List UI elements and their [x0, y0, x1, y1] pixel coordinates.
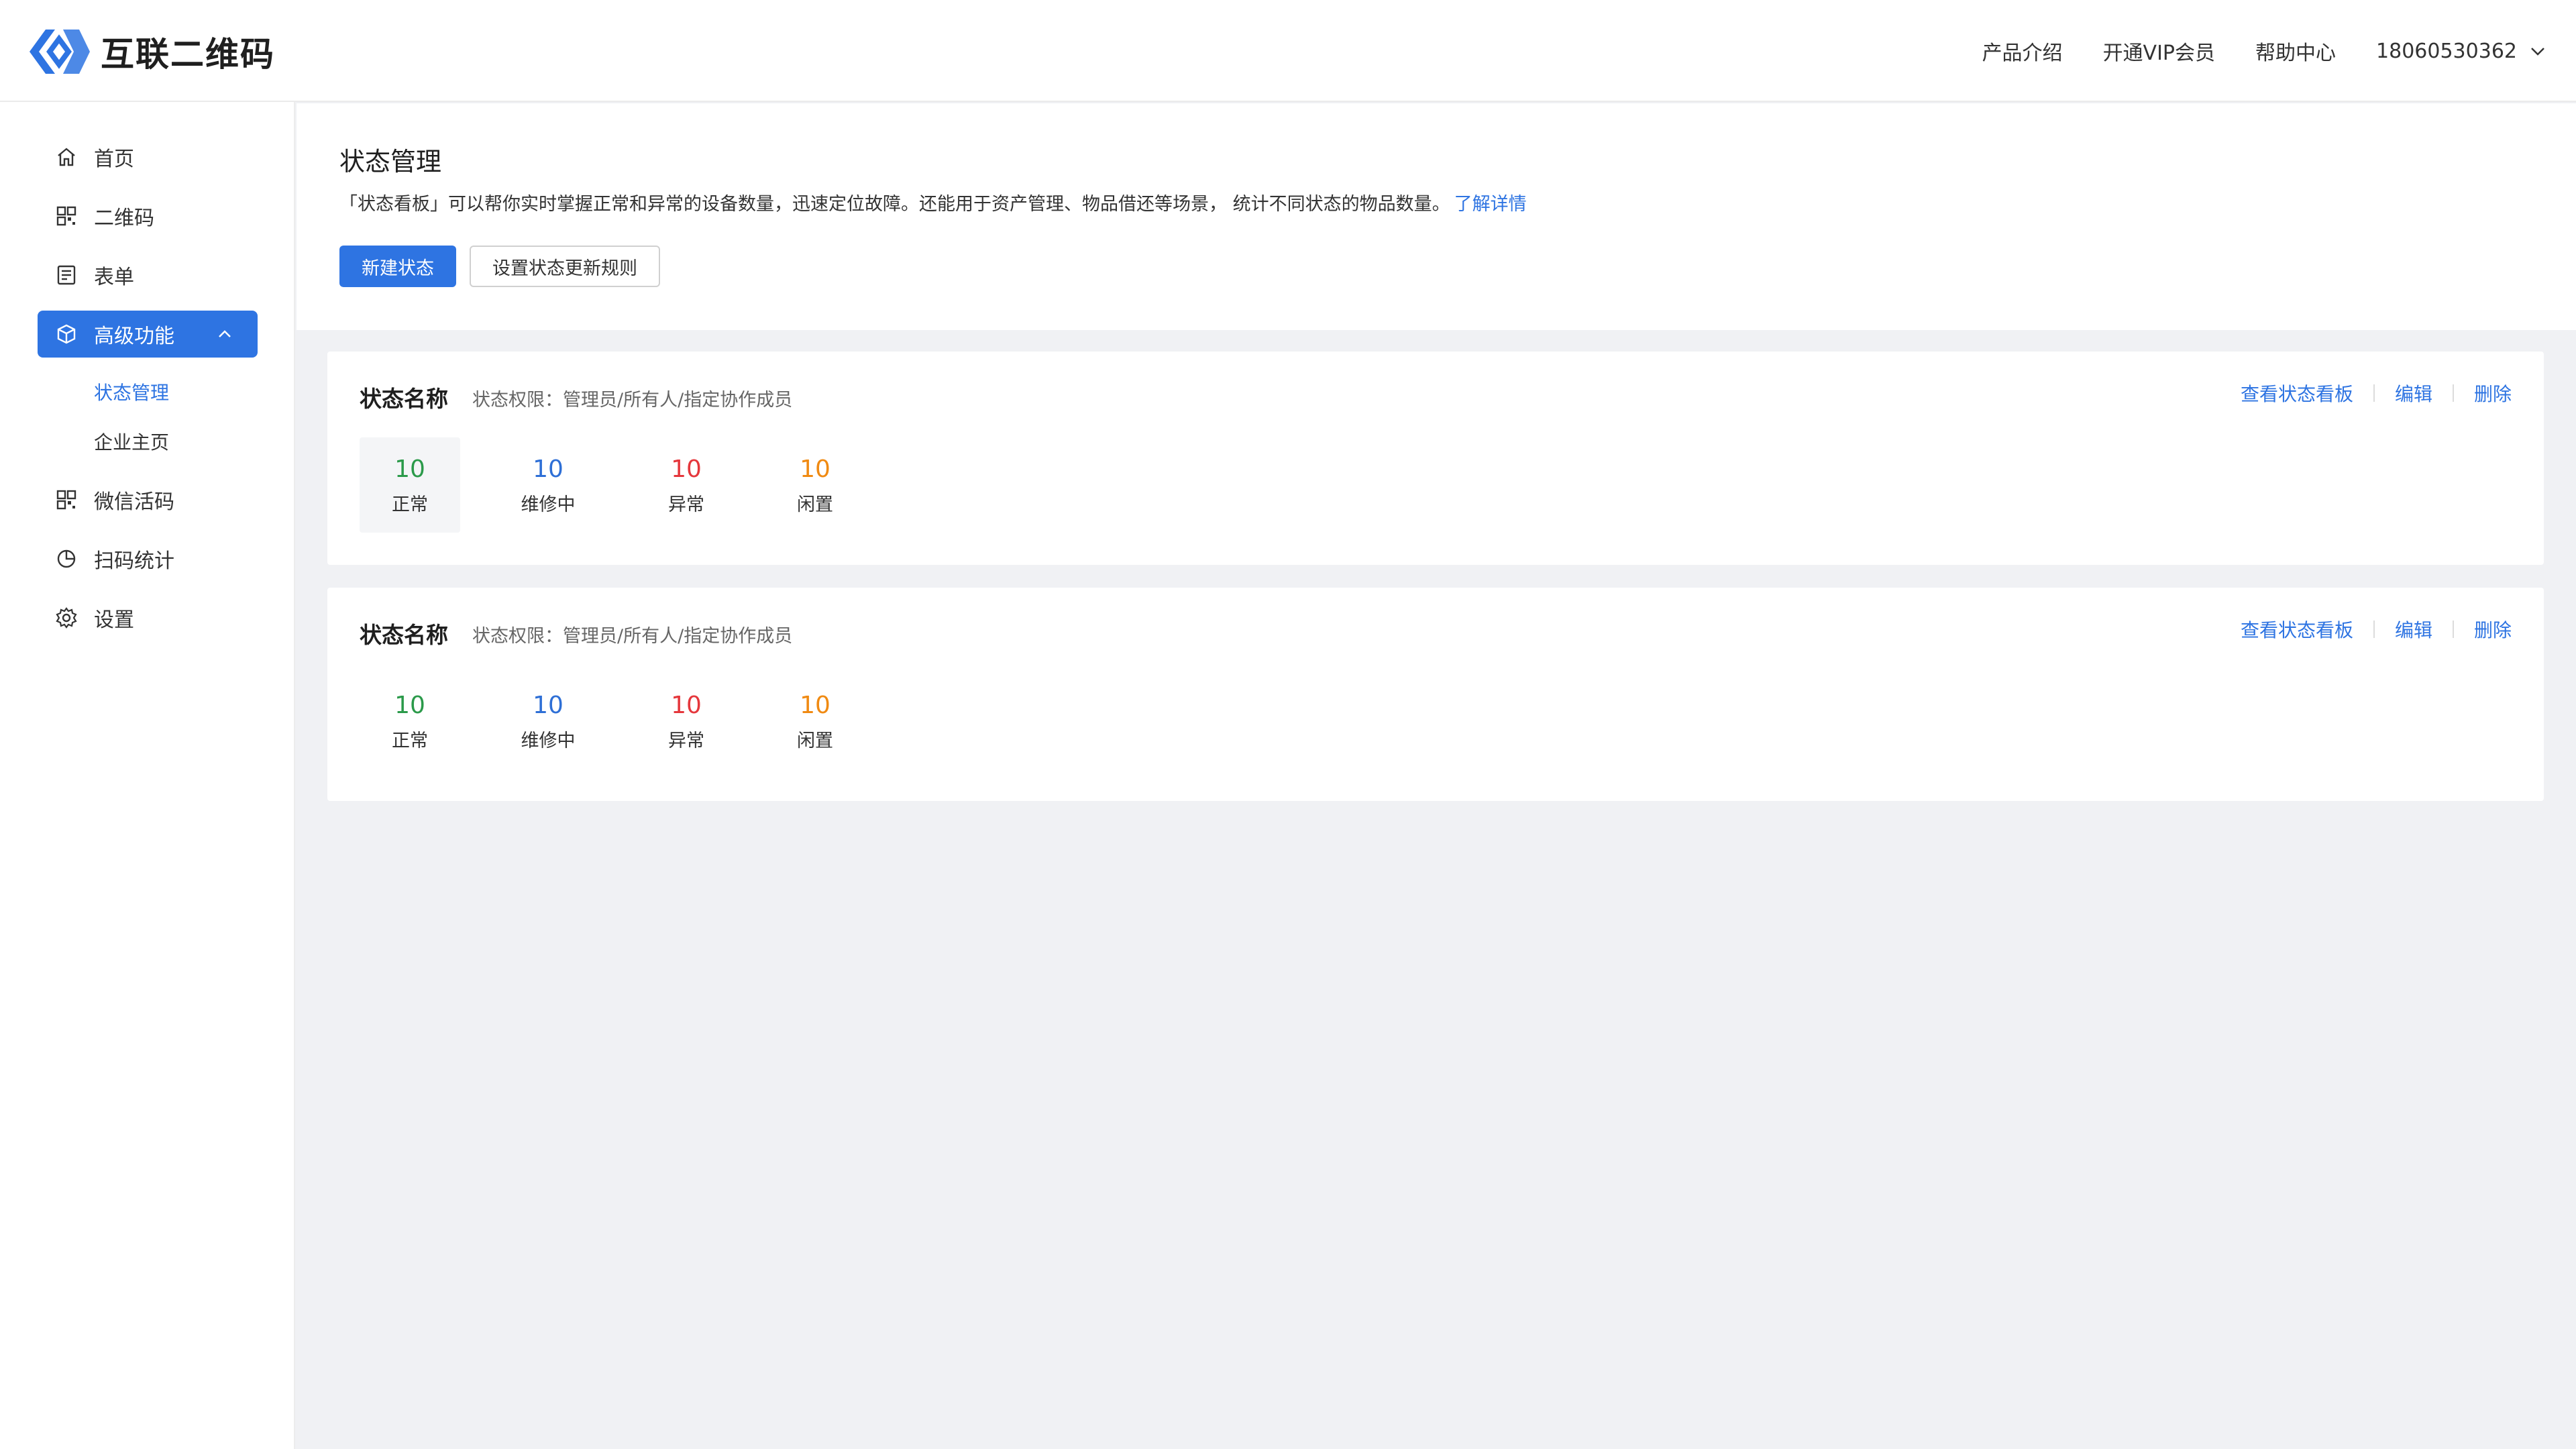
stat-value: 10	[533, 455, 564, 483]
status-rule-button[interactable]: 设置状态更新规则	[470, 246, 660, 287]
description-text: 「状态看板」可以帮你实时掌握正常和异常的设备数量，迅速定位故障。还能用于资产管理…	[339, 194, 1450, 215]
sidebar-subitem-status[interactable]: 状态管理	[94, 378, 169, 405]
top-nav: 产品介绍 开通VIP会员 帮助中心 18060530362	[1982, 0, 2576, 102]
chevron-down-icon	[2531, 48, 2544, 56]
sidebar-item-label: 首页	[94, 148, 134, 171]
view-board-link[interactable]: 查看状态看板	[2241, 616, 2353, 643]
learn-more-link[interactable]: 了解详情	[1454, 194, 1527, 215]
status-permission: 状态权限：管理员/所有人/指定协作成员	[472, 390, 793, 411]
sidebar-item-settings[interactable]: 设置	[38, 594, 258, 641]
delete-link[interactable]: 删除	[2474, 616, 2512, 643]
sidebar-item-home[interactable]: 首页	[38, 133, 258, 180]
sidebar-item-scan-stats[interactable]: 扫码统计	[38, 535, 258, 582]
stat-label: 维修中	[521, 730, 576, 751]
sidebar-item-qrcode[interactable]: 二维码	[38, 193, 258, 239]
sidebar-item-label: 微信活码	[94, 490, 174, 514]
logo-icon	[30, 30, 90, 74]
pie-chart-icon	[55, 547, 78, 570]
stat-repairing[interactable]: 10 维修中	[498, 437, 598, 533]
stat-value: 10	[800, 691, 830, 719]
card-actions: 查看状态看板 编辑 删除	[2241, 380, 2512, 407]
page-title: 状态管理	[339, 147, 442, 176]
nav-help[interactable]: 帮助中心	[2255, 36, 2336, 66]
stat-label: 正常	[392, 730, 428, 751]
stat-value: 10	[671, 691, 702, 719]
status-name: 状态名称	[360, 622, 448, 648]
form-icon	[55, 264, 78, 286]
stat-label: 闲置	[797, 730, 833, 751]
stat-abnormal[interactable]: 10 异常	[636, 674, 737, 769]
sidebar-item-label: 二维码	[94, 207, 154, 230]
delete-link[interactable]: 删除	[2474, 380, 2512, 407]
stat-value: 10	[533, 691, 564, 719]
stat-value: 10	[394, 691, 425, 719]
edit-link[interactable]: 编辑	[2395, 616, 2432, 643]
stat-label: 维修中	[521, 494, 576, 515]
qrcode-icon	[55, 488, 78, 511]
edit-link[interactable]: 编辑	[2395, 380, 2432, 407]
stat-abnormal[interactable]: 10 异常	[636, 437, 737, 533]
stat-label: 异常	[668, 730, 704, 751]
stat-value: 10	[671, 455, 702, 483]
user-menu[interactable]: 18060530362	[2376, 40, 2548, 63]
stat-value: 10	[800, 455, 830, 483]
stat-value: 10	[394, 455, 425, 483]
divider	[2452, 384, 2454, 402]
nav-product-intro[interactable]: 产品介绍	[1982, 36, 2063, 66]
qrcode-icon	[55, 205, 78, 227]
box-icon	[55, 323, 78, 345]
home-icon	[55, 146, 78, 168]
page-description: 「状态看板」可以帮你实时掌握正常和异常的设备数量，迅速定位故障。还能用于资产管理…	[339, 189, 1527, 215]
sidebar-item-label: 扫码统计	[94, 549, 174, 573]
sidebar-item-advanced[interactable]: 高级功能	[38, 311, 258, 358]
view-board-link[interactable]: 查看状态看板	[2241, 380, 2353, 407]
logo[interactable]: 互联二维码	[25, 25, 275, 78]
status-permission: 状态权限：管理员/所有人/指定协作成员	[472, 626, 793, 647]
stat-idle[interactable]: 10 闲置	[765, 674, 865, 769]
sidebar-item-form[interactable]: 表单	[38, 252, 258, 299]
top-header: 互联二维码 产品介绍 开通VIP会员 帮助中心 18060530362	[0, 0, 2576, 102]
stat-repairing[interactable]: 10 维修中	[498, 674, 598, 769]
divider	[2373, 384, 2375, 402]
stat-normal[interactable]: 10 正常	[360, 437, 460, 533]
sidebar: 首页 二维码 表单 高级功能 状态管理 企业主页 微信活码 扫码统计 设置	[0, 102, 295, 1449]
sidebar-item-wechat-code[interactable]: 微信活码	[38, 476, 258, 523]
new-status-button[interactable]: 新建状态	[339, 246, 456, 287]
sidebar-item-label: 表单	[94, 266, 134, 289]
nav-vip[interactable]: 开通VIP会员	[2103, 36, 2215, 66]
stat-normal[interactable]: 10 正常	[360, 674, 460, 769]
stat-idle[interactable]: 10 闲置	[765, 437, 865, 533]
chevron-up-icon	[219, 330, 231, 337]
page-header-panel: 状态管理 「状态看板」可以帮你实时掌握正常和异常的设备数量，迅速定位故障。还能用…	[297, 103, 2576, 330]
logo-text: 互联二维码	[101, 35, 275, 74]
status-card: 状态名称 状态权限：管理员/所有人/指定协作成员 查看状态看板 编辑 删除 10…	[327, 352, 2544, 565]
status-name: 状态名称	[360, 386, 448, 412]
sidebar-item-label: 高级功能	[94, 325, 174, 348]
sidebar-item-label: 设置	[94, 608, 134, 632]
divider	[2452, 621, 2454, 638]
divider	[2373, 621, 2375, 638]
stat-label: 正常	[392, 494, 428, 515]
sidebar-subitem-enterprise[interactable]: 企业主页	[94, 428, 169, 455]
user-phone: 18060530362	[2376, 39, 2517, 63]
gear-icon	[55, 606, 78, 629]
status-card: 状态名称 状态权限：管理员/所有人/指定协作成员 查看状态看板 编辑 删除 10…	[327, 588, 2544, 801]
stat-label: 闲置	[797, 494, 833, 515]
card-actions: 查看状态看板 编辑 删除	[2241, 616, 2512, 643]
stat-label: 异常	[668, 494, 704, 515]
